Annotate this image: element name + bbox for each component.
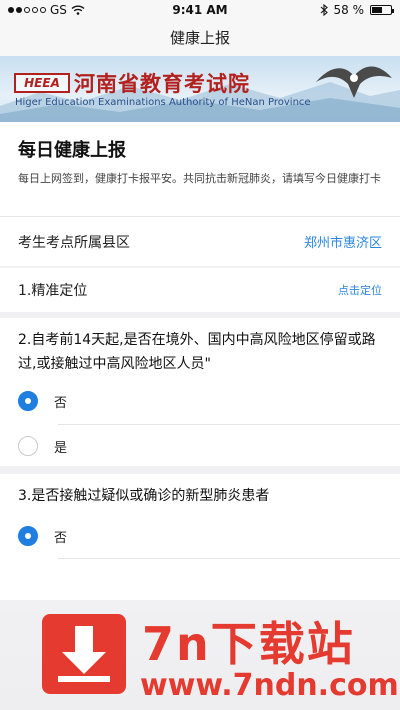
question-2-option-no[interactable]: 否 [0,379,400,423]
nav-title: 健康上报 [0,20,400,56]
radio-checked-icon[interactable] [18,526,38,546]
battery-icon [370,5,394,15]
county-value[interactable]: 郑州市惠济区 [304,232,382,251]
status-right: 58 % [320,3,394,17]
option-label: 否 [54,395,68,411]
county-row[interactable]: 考生考点所属县区 郑州市惠济区 [0,216,400,266]
download-arrow-icon [42,614,126,694]
watermark-brand: 7n下载站 [142,617,355,671]
county-label: 考生考点所属县区 [18,234,130,251]
option-label: 是 [54,440,68,456]
banner: HEEA 河南省教育考试院 Higer Education Examinatio… [0,56,400,122]
option-label: 否 [54,530,68,546]
radio-checked-icon[interactable] [18,391,38,411]
intro-description: 每日上网签到，健康打卡报平安。共同抗击新冠肺炎，请填写今日健康打卡 [18,172,381,185]
banner-subtitle: Higer Education Examinations Authority o… [15,97,311,108]
eagle-icon [316,66,392,98]
heea-logo: HEEA [14,73,70,93]
watermark-url: www.7ndn.com [140,668,399,703]
question-2-title: 2.自考前14天起,是否在境外、国内中高风险地区停留或路过,或接触过中高风险地区… [18,332,376,372]
location-row: 1.精准定位 点击定位 [0,268,400,312]
page-title: 每日健康上报 [18,140,126,161]
status-bar: GS 9:41 AM 58 % [0,0,400,20]
intro-card: 每日健康上报 每日上网签到，健康打卡报平安。共同抗击新冠肺炎，请填写今日健康打卡 [0,122,400,216]
banner-title: 河南省教育考试院 [74,72,250,96]
radio-unchecked-icon[interactable] [18,436,38,456]
divider [58,558,400,559]
locate-button[interactable]: 点击定位 [338,282,382,298]
watermark-overlay: 7n下载站 www.7ndn.com [0,600,400,710]
bluetooth-icon [320,4,328,16]
battery-level [372,7,383,13]
question-2-option-yes[interactable]: 是 [0,424,400,468]
question-2-card: 2.自考前14天起,是否在境外、国内中高风险地区停留或路过,或接触过中高风险地区… [0,318,400,466]
battery-percent: 58 % [333,3,365,17]
question-3-title: 3.是否接触过疑似或确诊的新型肺炎患者 [18,488,270,504]
question-3-card: 3.是否接触过疑似或确诊的新型肺炎患者 否 [0,474,400,600]
question-3-option-no[interactable]: 否 [0,514,400,558]
location-label: 1.精准定位 [18,283,88,299]
